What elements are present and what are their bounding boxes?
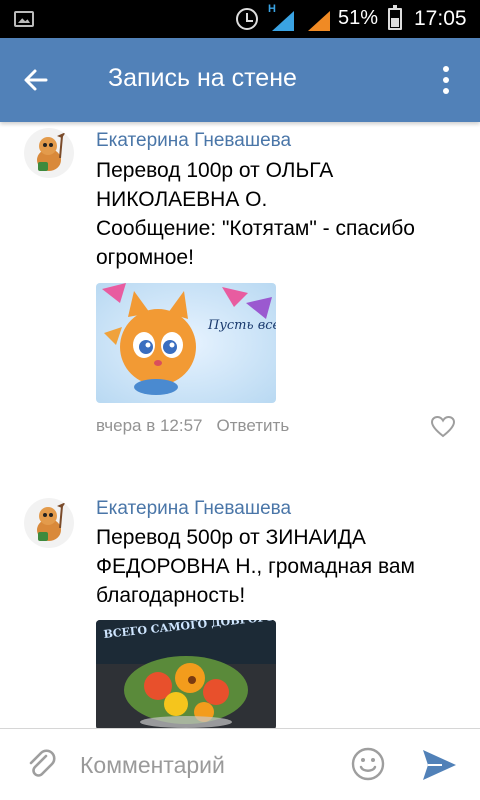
reply-button[interactable]: Ответить (217, 416, 290, 435)
comment-input[interactable] (80, 745, 336, 785)
comment-author[interactable]: Екатерина Гневашева (96, 130, 291, 152)
mobile-signal-icon: H (268, 3, 294, 31)
like-heart-icon[interactable] (430, 414, 456, 440)
back-button[interactable] (16, 60, 56, 100)
comment-time: вчера в 12:57 (96, 416, 203, 435)
comment-text: Перевод 500р от ЗИНАИДА ФЕДОРОВНА Н., гр… (96, 526, 415, 607)
alarm-icon (236, 8, 258, 30)
paperclip-icon[interactable] (24, 747, 58, 781)
battery-percent: 51% (338, 7, 379, 29)
network-type: H (268, 3, 276, 15)
avatar[interactable] (24, 498, 74, 548)
comment-text: Перевод 100р от ОЛЬГА НИКОЛАЕВНА О. Сооб… (96, 159, 415, 269)
mobile-signal-2-icon (304, 9, 330, 31)
page-title: Запись на стене (108, 64, 297, 92)
status-time: 17:05 (414, 7, 467, 30)
more-vertical-icon (443, 66, 449, 72)
arrow-left-icon (24, 69, 48, 91)
avatar[interactable] (24, 128, 74, 178)
comment-meta: вчера в 12:57 Ответить (96, 416, 289, 436)
comment-photo[interactable]: ВСЕГО САМОГО ДОБРОГО! (96, 620, 276, 728)
comment-bar (0, 728, 480, 800)
status-bar: H 51% 17:05 (0, 0, 480, 38)
more-options-button[interactable] (432, 60, 460, 100)
send-icon[interactable] (420, 747, 458, 783)
comment-photo[interactable]: Пусть всегда хочется мурлыкать (96, 283, 276, 403)
battery-icon (388, 5, 402, 30)
gallery-notification-icon (14, 11, 34, 27)
emoji-icon[interactable] (350, 746, 386, 782)
photo-caption: Пусть всегда хочется мурлыкать (207, 318, 276, 333)
top-app-bar: Запись на стене (0, 38, 480, 122)
comments-feed[interactable]: Екатерина Гневашева Перевод 100р от ОЛЬГ… (0, 122, 480, 728)
comment-author[interactable]: Екатерина Гневашева (96, 498, 291, 520)
